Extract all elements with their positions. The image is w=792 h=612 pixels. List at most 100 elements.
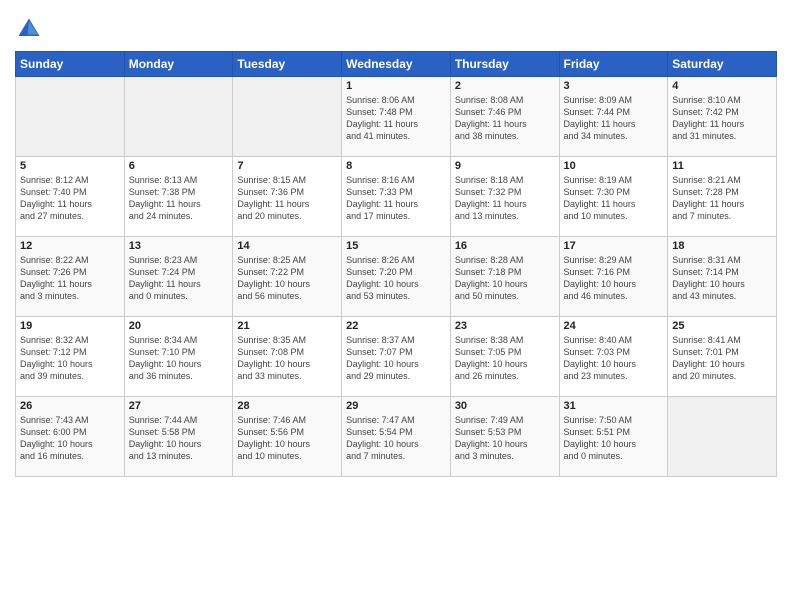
day-number: 22 [346,320,446,332]
calendar-cell: 9Sunrise: 8:18 AM Sunset: 7:32 PM Daylig… [450,157,559,237]
calendar-cell: 27 Sunrise: 7:44 AM Sunset: 5:58 PM Dayli… [124,397,233,477]
day-info: Sunrise: 8:09 AM Sunset: 7:44 PM Dayligh… [564,94,664,143]
weekday-header-row: SundayMondayTuesdayWednesdayThursdayFrid… [16,52,777,77]
calendar-cell: 17Sunrise: 8:29 AM Sunset: 7:16 PM Dayli… [559,237,668,317]
calendar-cell: 8 Sunrise: 8:16 AM Sunset: 7:33 PM Daylig… [342,157,451,237]
day-info: Sunrise: 8:06 AM Sunset: 7:48 PM Dayligh… [346,94,446,143]
day-info: Sunrise: 7:47 AM Sunset: 5:54 PM Dayligh… [346,414,446,463]
day-number: 20 [129,320,229,332]
day-info: Sunrise: 7:43 AM Sunset: 6:00 PM Dayligh… [20,414,120,463]
day-number: 9 [455,160,555,172]
calendar-cell: 22 Sunrise: 8:37 AM Sunset: 7:07 PM Dayli… [342,317,451,397]
calendar-cell: 5Sunrise: 8:12 AM Sunset: 7:40 PM Daylig… [16,157,125,237]
calendar-cell [668,397,777,477]
day-number: 15 [346,240,446,252]
calendar-cell: 19Sunrise: 8:32 AM Sunset: 7:12 PM Dayli… [16,317,125,397]
calendar-cell: 25 Sunrise: 8:41 AM Sunset: 7:01 PM Dayli… [668,317,777,397]
weekday-header-monday: Monday [124,52,233,77]
day-info: Sunrise: 8:29 AM Sunset: 7:16 PM Dayligh… [564,254,664,303]
calendar-cell: 24 Sunrise: 8:40 AM Sunset: 7:03 PM Dayli… [559,317,668,397]
calendar-cell: 14 Sunrise: 8:25 AM Sunset: 7:22 PM Dayli… [233,237,342,317]
calendar-cell: 1 Sunrise: 8:06 AM Sunset: 7:48 PM Daylig… [342,77,451,157]
calendar-week-3: 12 Sunrise: 8:22 AM Sunset: 7:26 PM Dayli… [16,237,777,317]
calendar-cell [233,77,342,157]
day-number: 18 [672,240,772,252]
calendar-cell: 2 Sunrise: 8:08 AM Sunset: 7:46 PM Daylig… [450,77,559,157]
calendar-cell: 12 Sunrise: 8:22 AM Sunset: 7:26 PM Dayli… [16,237,125,317]
calendar-week-4: 19Sunrise: 8:32 AM Sunset: 7:12 PM Dayli… [16,317,777,397]
weekday-header-thursday: Thursday [450,52,559,77]
calendar-cell: 11 Sunrise: 8:21 AM Sunset: 7:28 PM Dayli… [668,157,777,237]
calendar-cell [124,77,233,157]
day-number: 2 [455,80,555,92]
weekday-header-saturday: Saturday [668,52,777,77]
day-number: 23 [455,320,555,332]
calendar-cell: 29Sunrise: 7:47 AM Sunset: 5:54 PM Dayli… [342,397,451,477]
day-number: 25 [672,320,772,332]
day-info: Sunrise: 7:44 AM Sunset: 5:58 PM Dayligh… [129,414,229,463]
day-info: Sunrise: 8:41 AM Sunset: 7:01 PM Dayligh… [672,334,772,383]
day-info: Sunrise: 8:34 AM Sunset: 7:10 PM Dayligh… [129,334,229,383]
day-info: Sunrise: 8:37 AM Sunset: 7:07 PM Dayligh… [346,334,446,383]
calendar-week-5: 26 Sunrise: 7:43 AM Sunset: 6:00 PM Dayli… [16,397,777,477]
day-number: 1 [346,80,446,92]
day-info: Sunrise: 8:32 AM Sunset: 7:12 PM Dayligh… [20,334,120,383]
day-info: Sunrise: 8:15 AM Sunset: 7:36 PM Dayligh… [237,174,337,223]
day-number: 13 [129,240,229,252]
day-number: 24 [564,320,664,332]
day-number: 21 [237,320,337,332]
calendar: SundayMondayTuesdayWednesdayThursdayFrid… [15,51,777,477]
day-info: Sunrise: 8:22 AM Sunset: 7:26 PM Dayligh… [20,254,120,303]
day-info: Sunrise: 8:16 AM Sunset: 7:33 PM Dayligh… [346,174,446,223]
calendar-week-2: 5Sunrise: 8:12 AM Sunset: 7:40 PM Daylig… [16,157,777,237]
calendar-cell: 31 Sunrise: 7:50 AM Sunset: 5:51 PM Dayli… [559,397,668,477]
day-number: 26 [20,400,120,412]
day-number: 11 [672,160,772,172]
logo-icon [15,15,43,43]
day-number: 5 [20,160,120,172]
day-number: 12 [20,240,120,252]
day-number: 10 [564,160,664,172]
day-info: Sunrise: 8:38 AM Sunset: 7:05 PM Dayligh… [455,334,555,383]
calendar-cell: 21Sunrise: 8:35 AM Sunset: 7:08 PM Dayli… [233,317,342,397]
calendar-week-1: 1 Sunrise: 8:06 AM Sunset: 7:48 PM Daylig… [16,77,777,157]
calendar-cell: 30Sunrise: 7:49 AM Sunset: 5:53 PM Dayli… [450,397,559,477]
calendar-cell: 18Sunrise: 8:31 AM Sunset: 7:14 PM Dayli… [668,237,777,317]
day-info: Sunrise: 8:10 AM Sunset: 7:42 PM Dayligh… [672,94,772,143]
day-info: Sunrise: 8:40 AM Sunset: 7:03 PM Dayligh… [564,334,664,383]
calendar-header: SundayMondayTuesdayWednesdayThursdayFrid… [16,52,777,77]
calendar-cell: 13 Sunrise: 8:23 AM Sunset: 7:24 PM Dayli… [124,237,233,317]
header [15,10,777,43]
day-info: Sunrise: 8:28 AM Sunset: 7:18 PM Dayligh… [455,254,555,303]
calendar-cell: 28 Sunrise: 7:46 AM Sunset: 5:56 PM Dayli… [233,397,342,477]
day-info: Sunrise: 7:50 AM Sunset: 5:51 PM Dayligh… [564,414,664,463]
day-info: Sunrise: 8:26 AM Sunset: 7:20 PM Dayligh… [346,254,446,303]
day-info: Sunrise: 7:46 AM Sunset: 5:56 PM Dayligh… [237,414,337,463]
logo [15,15,46,43]
day-number: 28 [237,400,337,412]
day-number: 16 [455,240,555,252]
day-info: Sunrise: 8:13 AM Sunset: 7:38 PM Dayligh… [129,174,229,223]
day-number: 4 [672,80,772,92]
day-info: Sunrise: 8:23 AM Sunset: 7:24 PM Dayligh… [129,254,229,303]
weekday-header-sunday: Sunday [16,52,125,77]
day-info: Sunrise: 8:25 AM Sunset: 7:22 PM Dayligh… [237,254,337,303]
calendar-cell: 15 Sunrise: 8:26 AM Sunset: 7:20 PM Dayli… [342,237,451,317]
calendar-cell: 3 Sunrise: 8:09 AM Sunset: 7:44 PM Daylig… [559,77,668,157]
calendar-cell: 16 Sunrise: 8:28 AM Sunset: 7:18 PM Dayli… [450,237,559,317]
day-info: Sunrise: 7:49 AM Sunset: 5:53 PM Dayligh… [455,414,555,463]
day-number: 8 [346,160,446,172]
calendar-cell: 26 Sunrise: 7:43 AM Sunset: 6:00 PM Dayli… [16,397,125,477]
day-info: Sunrise: 8:08 AM Sunset: 7:46 PM Dayligh… [455,94,555,143]
calendar-body: 1 Sunrise: 8:06 AM Sunset: 7:48 PM Daylig… [16,77,777,477]
day-number: 14 [237,240,337,252]
day-number: 7 [237,160,337,172]
page: SundayMondayTuesdayWednesdayThursdayFrid… [0,0,792,612]
calendar-cell: 6Sunrise: 8:13 AM Sunset: 7:38 PM Daylig… [124,157,233,237]
day-number: 3 [564,80,664,92]
weekday-header-wednesday: Wednesday [342,52,451,77]
day-number: 31 [564,400,664,412]
day-info: Sunrise: 8:21 AM Sunset: 7:28 PM Dayligh… [672,174,772,223]
day-number: 27 [129,400,229,412]
calendar-cell: 7 Sunrise: 8:15 AM Sunset: 7:36 PM Daylig… [233,157,342,237]
